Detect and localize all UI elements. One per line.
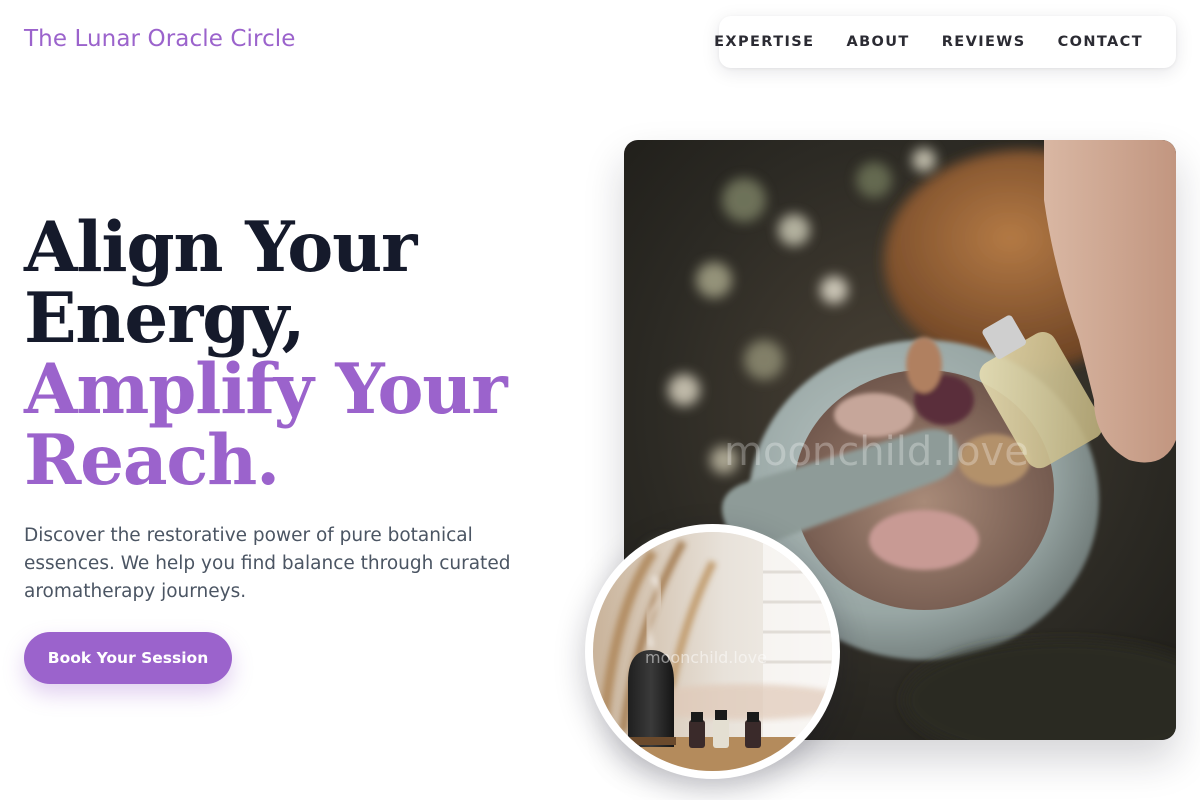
inset-photo-diffuser: moonchild.love [585, 524, 840, 779]
nav-item-about[interactable]: ABOUT [846, 34, 909, 50]
headline-line-3: Amplify Your [24, 349, 508, 430]
nav-item-expertise[interactable]: EXPERTISE [714, 34, 814, 50]
headline-line-1: Align Your [24, 207, 417, 288]
headline-line-2: Energy, [24, 278, 306, 359]
headline-line-4: Reach. [24, 420, 280, 501]
brand-logo-text[interactable]: The Lunar Oracle Circle [24, 26, 296, 52]
top-nav: EXPERTISE ABOUT REVIEWS CONTACT [714, 16, 1176, 68]
hero-description: Discover the restorative power of pure b… [24, 525, 511, 602]
book-session-button[interactable]: Book Your Session [24, 632, 232, 684]
inset-photo-watermark: moonchild.love [645, 648, 767, 667]
main-photo-watermark: moonchild.love [724, 429, 1029, 475]
nav-item-reviews[interactable]: REVIEWS [942, 34, 1026, 50]
nav-item-contact[interactable]: CONTACT [1058, 34, 1143, 50]
hero-headline: Align Your Energy, Amplify Your Reach. [24, 207, 508, 501]
